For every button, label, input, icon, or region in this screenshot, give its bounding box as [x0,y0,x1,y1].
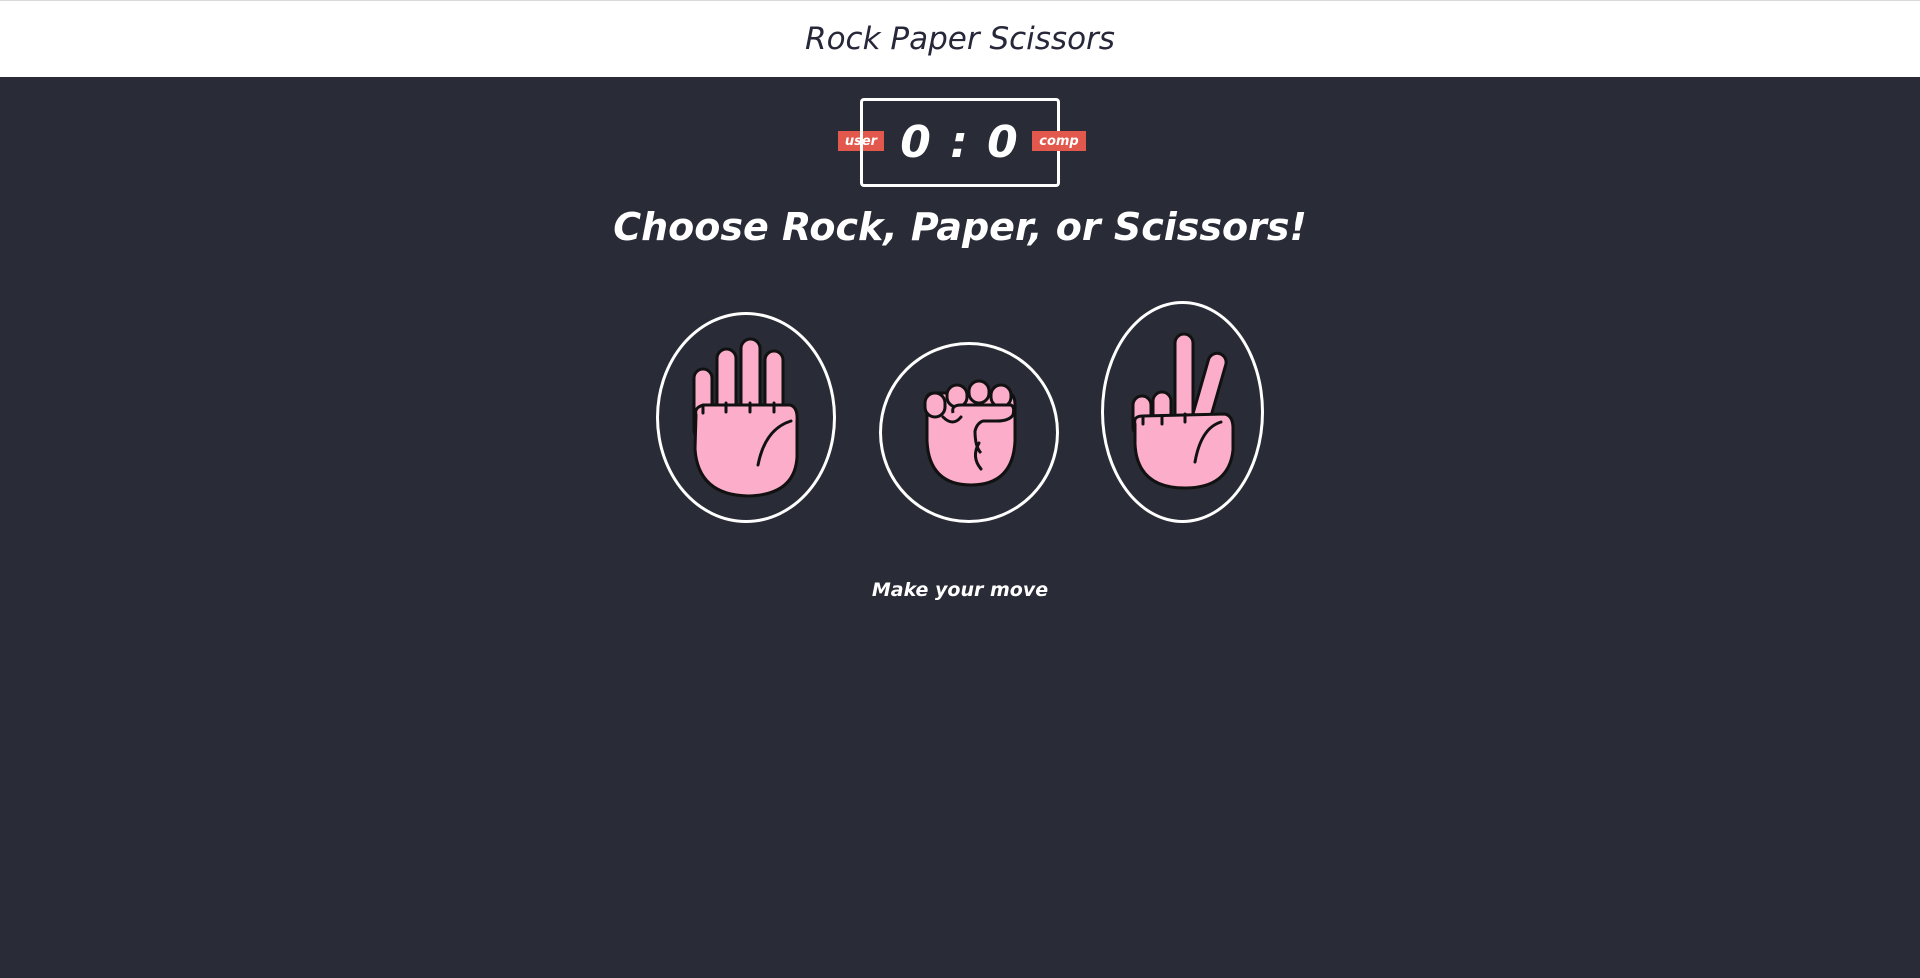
scissors-choice-button[interactable] [1101,301,1264,523]
paper-choice-button[interactable] [656,312,836,523]
score-text: 0 : 0 [900,117,1020,168]
choice-prompt: Choose Rock, Paper, or Scissors! [613,205,1307,249]
header-bar: Rock Paper Scissors [0,0,1920,77]
fist-icon [923,379,1017,486]
score-board: 0 : 0 [860,98,1060,187]
open-hand-icon [692,337,799,497]
rock-choice-button[interactable] [879,342,1059,523]
peace-hand-icon [1131,332,1234,490]
comp-badge: comp [1032,131,1086,151]
result-message: Make your move [871,579,1049,601]
page-title: Rock Paper Scissors [805,21,1115,57]
